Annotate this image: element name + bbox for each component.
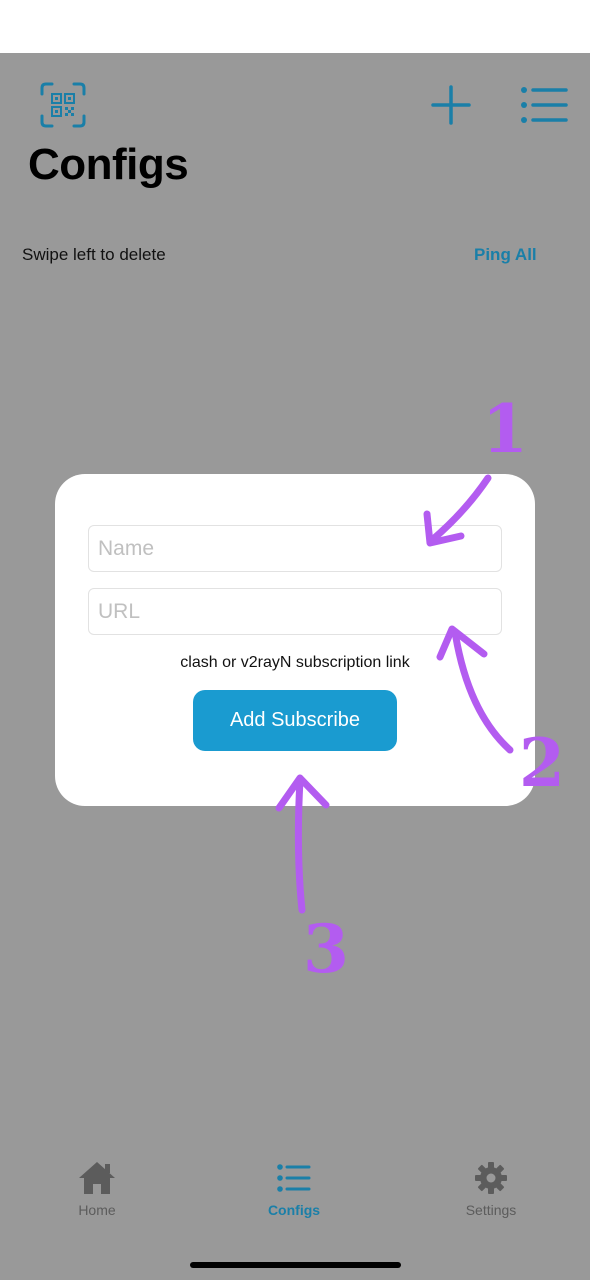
ping-all-button[interactable]: Ping All [474,245,537,265]
list-icon [277,1164,311,1192]
add-config-button[interactable] [428,82,474,128]
status-bar-area [0,0,590,53]
gear-icon [475,1162,507,1194]
swipe-hint: Swipe left to delete [22,245,166,264]
list-menu-button[interactable] [520,84,570,126]
add-subscribe-button[interactable]: Add Subscribe [193,690,397,751]
home-indicator[interactable] [190,1262,401,1268]
list-icon [521,87,568,123]
tab-settings[interactable]: Settings [431,1160,551,1240]
tab-settings-label: Settings [465,1202,517,1218]
add-subscription-dialog: clash or v2rayN subscription link Add Su… [55,474,535,806]
tab-home[interactable]: Home [37,1160,157,1240]
url-input[interactable] [88,588,502,635]
qr-code-scan-icon [40,82,86,128]
tab-configs[interactable]: Configs [234,1160,354,1240]
plus-icon [431,85,471,125]
subscription-caption: clash or v2rayN subscription link [180,654,410,671]
tab-bar: Home Configs Settings [0,1160,590,1240]
name-input[interactable] [88,525,502,572]
qr-scan-button[interactable] [38,80,88,130]
tab-configs-label: Configs [267,1202,321,1218]
page-title: Configs [28,140,189,189]
home-icon [79,1162,115,1194]
tab-home-label: Home [78,1202,116,1218]
